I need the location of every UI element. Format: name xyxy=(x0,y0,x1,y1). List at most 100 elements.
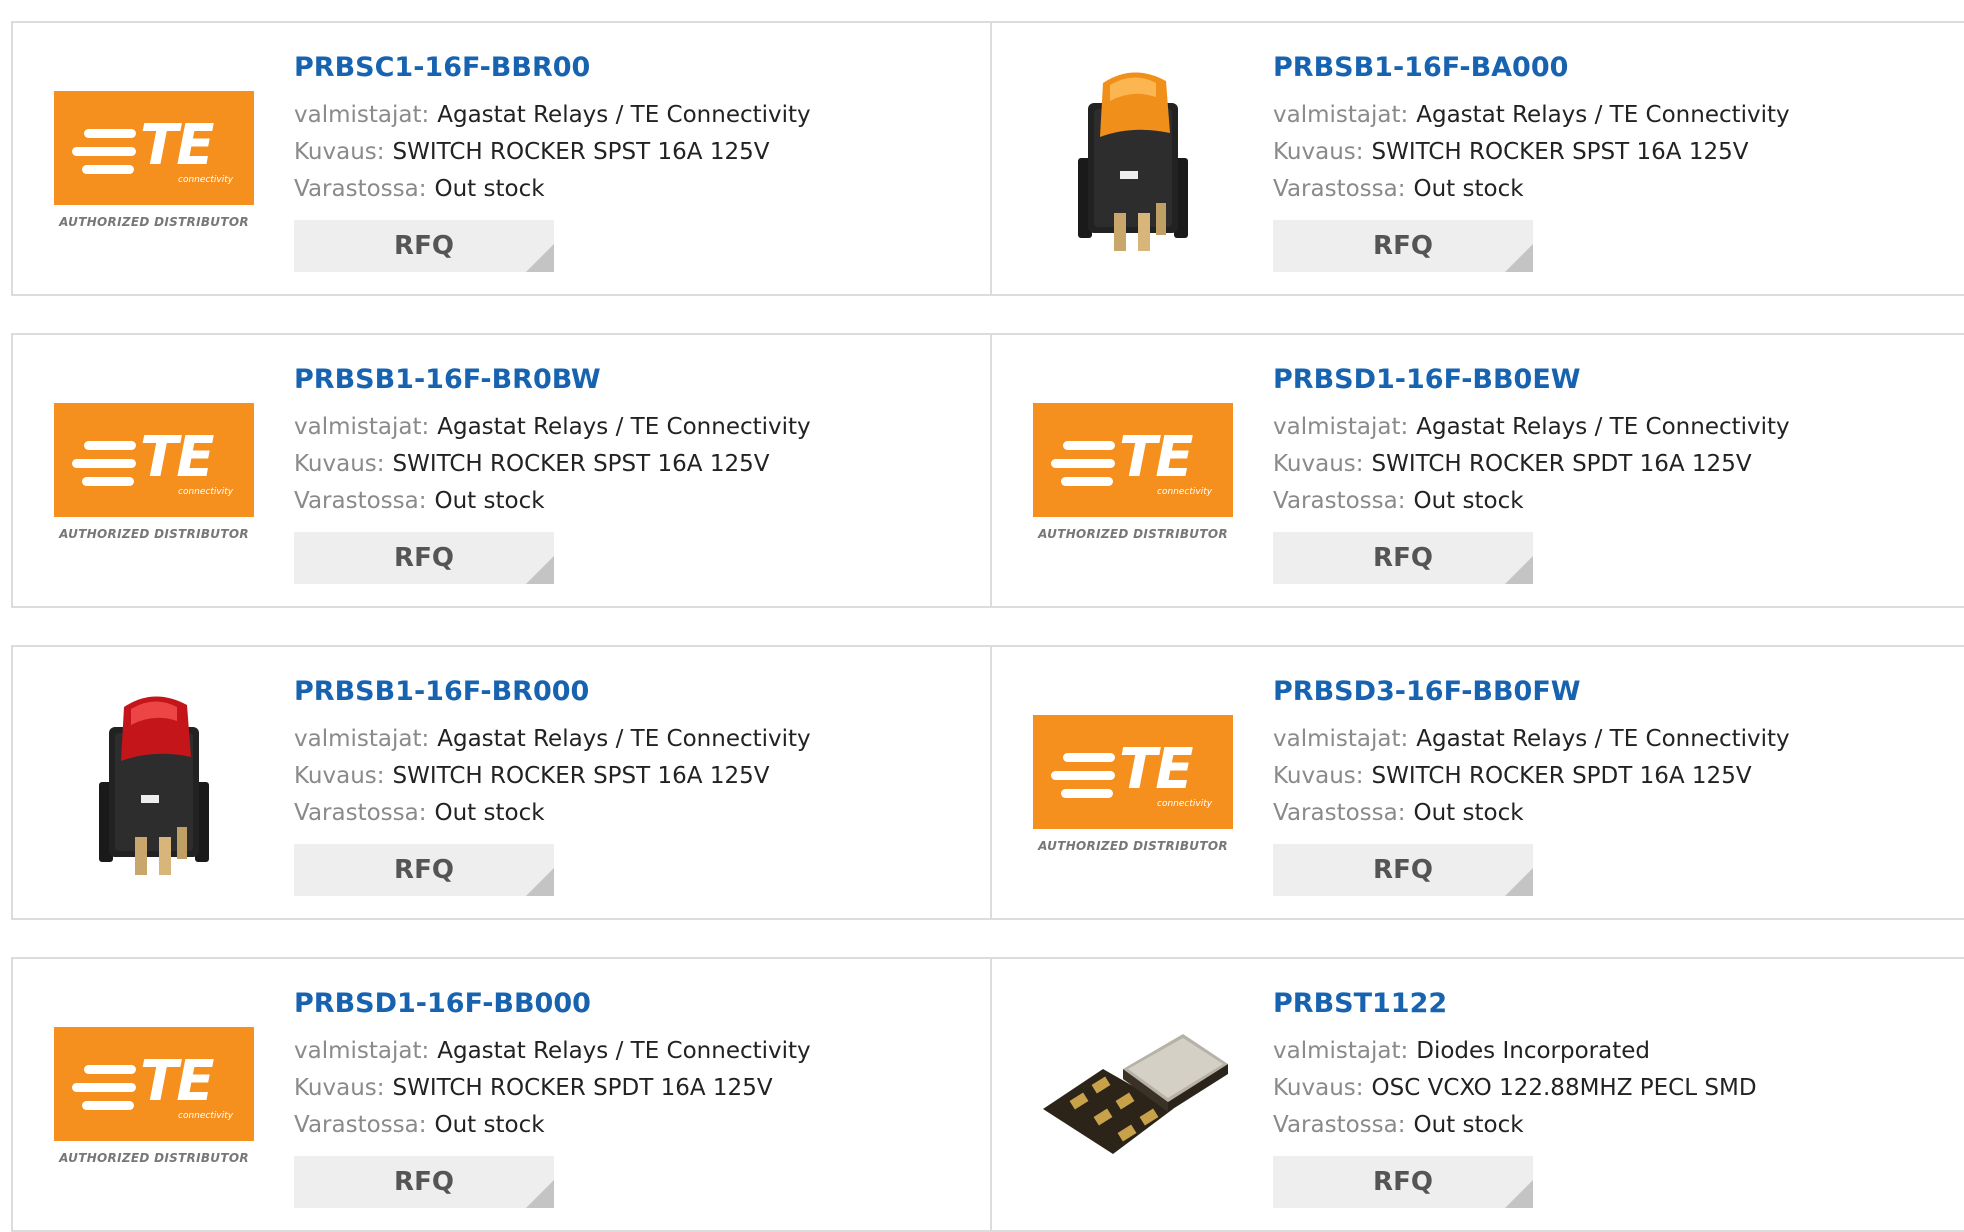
rfq-corner-triangle xyxy=(526,1180,554,1208)
stock-label: Varastossa: xyxy=(1273,488,1406,514)
rfq-corner-triangle xyxy=(526,244,554,272)
part-number-link[interactable]: PRBSC1-16F-BBR00 xyxy=(294,51,811,85)
description-value: OSC VCXO 122.88MHZ PECL SMD xyxy=(1371,1075,1757,1101)
rfq-corner-triangle xyxy=(1505,244,1533,272)
rfq-corner-triangle xyxy=(526,556,554,584)
stock-label: Varastossa: xyxy=(294,1112,427,1138)
manufacturer-value: Agastat Relays / TE Connectivity xyxy=(1416,726,1790,752)
part-number-link[interactable]: PRBST1122 xyxy=(1273,987,1757,1021)
part-number-link[interactable]: PRBSB1-16F-BA000 xyxy=(1273,51,1790,85)
product-card: TE connectivity AUTHORIZED DISTRIBUTOR P… xyxy=(13,23,992,294)
part-number-link[interactable]: PRBSD1-16F-BB000 xyxy=(294,987,811,1021)
rfq-label: RFQ xyxy=(1373,1167,1433,1197)
rfq-label: RFQ xyxy=(1373,543,1433,573)
manufacturer-line: valmistajat: Diodes Incorporated xyxy=(1273,1033,1757,1070)
description-line: Kuvaus: SWITCH ROCKER SPST 16A 125V xyxy=(294,134,811,171)
part-number-link[interactable]: PRBSB1-16F-BR000 xyxy=(294,675,811,709)
rfq-label: RFQ xyxy=(394,855,454,885)
manufacturer-value: Agastat Relays / TE Connectivity xyxy=(437,1038,811,1064)
manufacturer-value: Agastat Relays / TE Connectivity xyxy=(1416,414,1790,440)
stock-value: Out stock xyxy=(434,176,545,202)
description-label: Kuvaus: xyxy=(1273,763,1364,789)
description-label: Kuvaus: xyxy=(294,139,385,165)
manufacturer-label: valmistajat: xyxy=(294,1038,430,1064)
product-image[interactable]: TE connectivity AUTHORIZED DISTRIBUTOR xyxy=(1033,687,1233,887)
stock-value: Out stock xyxy=(1413,1112,1524,1138)
rfq-button[interactable]: RFQ xyxy=(294,532,554,584)
description-label: Kuvaus: xyxy=(1273,1075,1364,1101)
description-value: SWITCH ROCKER SPDT 16A 125V xyxy=(1371,763,1752,789)
stock-line: Varastossa: Out stock xyxy=(1273,1107,1757,1144)
manufacturer-label: valmistajat: xyxy=(294,726,430,752)
stock-line: Varastossa: Out stock xyxy=(294,795,811,832)
stock-value: Out stock xyxy=(1413,800,1524,826)
product-row: TE connectivity AUTHORIZED DISTRIBUTOR P… xyxy=(11,21,1964,296)
product-card: TE connectivity AUTHORIZED DISTRIBUTOR P… xyxy=(992,335,1964,606)
te-connectivity-logo: TE connectivity AUTHORIZED DISTRIBUTOR xyxy=(54,1026,254,1172)
stock-value: Out stock xyxy=(434,488,545,514)
manufacturer-line: valmistajat: Agastat Relays / TE Connecti… xyxy=(294,721,811,758)
te-connectivity-logo: TE connectivity AUTHORIZED DISTRIBUTOR xyxy=(54,90,254,236)
rfq-corner-triangle xyxy=(1505,868,1533,896)
stock-line: Varastossa: Out stock xyxy=(294,171,811,208)
product-card: TE connectivity AUTHORIZED DISTRIBUTOR P… xyxy=(13,335,992,606)
stock-label: Varastossa: xyxy=(294,800,427,826)
product-image[interactable] xyxy=(1033,63,1233,263)
description-line: Kuvaus: SWITCH ROCKER SPDT 16A 125V xyxy=(1273,758,1790,795)
description-label: Kuvaus: xyxy=(294,451,385,477)
stock-value: Out stock xyxy=(1413,176,1524,202)
rocker-switch-image xyxy=(1078,72,1188,251)
manufacturer-label: valmistajat: xyxy=(1273,414,1409,440)
rfq-button[interactable]: RFQ xyxy=(294,844,554,896)
stock-label: Varastossa: xyxy=(1273,1112,1406,1138)
product-row: TE connectivity AUTHORIZED DISTRIBUTOR P… xyxy=(11,957,1964,1232)
rfq-button[interactable]: RFQ xyxy=(294,1156,554,1208)
description-value: SWITCH ROCKER SPDT 16A 125V xyxy=(1371,451,1752,477)
part-number-link[interactable]: PRBSB1-16F-BR0BW xyxy=(294,363,811,397)
rfq-button[interactable]: RFQ xyxy=(1273,220,1533,272)
description-line: Kuvaus: SWITCH ROCKER SPST 16A 125V xyxy=(1273,134,1790,171)
rfq-corner-triangle xyxy=(1505,556,1533,584)
stock-label: Varastossa: xyxy=(1273,176,1406,202)
description-label: Kuvaus: xyxy=(294,763,385,789)
product-card: PRBST1122 valmistajat: Diodes Incorporate… xyxy=(992,959,1964,1230)
part-number-link[interactable]: PRBSD3-16F-BB0FW xyxy=(1273,675,1790,709)
product-image[interactable]: TE connectivity AUTHORIZED DISTRIBUTOR xyxy=(54,999,254,1199)
stock-line: Varastossa: Out stock xyxy=(1273,171,1790,208)
product-row: PRBSB1-16F-BR000 valmistajat: Agastat Rel… xyxy=(11,645,1964,920)
te-connectivity-logo: TE connectivity AUTHORIZED DISTRIBUTOR xyxy=(1033,402,1233,548)
rfq-button[interactable]: RFQ xyxy=(1273,844,1533,896)
description-line: Kuvaus: SWITCH ROCKER SPDT 16A 125V xyxy=(294,1070,811,1107)
description-value: SWITCH ROCKER SPST 16A 125V xyxy=(1371,139,1749,165)
manufacturer-line: valmistajat: Agastat Relays / TE Connecti… xyxy=(294,1033,811,1070)
rfq-corner-triangle xyxy=(526,868,554,896)
product-card: TE connectivity AUTHORIZED DISTRIBUTOR P… xyxy=(13,959,992,1230)
rfq-label: RFQ xyxy=(1373,855,1433,885)
product-card: TE connectivity AUTHORIZED DISTRIBUTOR P… xyxy=(992,647,1964,918)
manufacturer-value: Diodes Incorporated xyxy=(1416,1038,1650,1064)
stock-label: Varastossa: xyxy=(294,488,427,514)
stock-value: Out stock xyxy=(434,800,545,826)
description-value: SWITCH ROCKER SPDT 16A 125V xyxy=(392,1075,773,1101)
product-image[interactable] xyxy=(54,687,254,887)
product-image[interactable] xyxy=(1033,999,1233,1199)
rfq-button[interactable]: RFQ xyxy=(1273,1156,1533,1208)
description-line: Kuvaus: OSC VCXO 122.88MHZ PECL SMD xyxy=(1273,1070,1757,1107)
rfq-button[interactable]: RFQ xyxy=(294,220,554,272)
part-number-link[interactable]: PRBSD1-16F-BB0EW xyxy=(1273,363,1790,397)
rocker-switch-image xyxy=(99,696,209,875)
stock-line: Varastossa: Out stock xyxy=(294,483,811,520)
description-label: Kuvaus: xyxy=(1273,451,1364,477)
rfq-button[interactable]: RFQ xyxy=(1273,532,1533,584)
product-image[interactable]: TE connectivity AUTHORIZED DISTRIBUTOR xyxy=(54,63,254,263)
description-line: Kuvaus: SWITCH ROCKER SPST 16A 125V xyxy=(294,446,811,483)
description-value: SWITCH ROCKER SPST 16A 125V xyxy=(392,451,770,477)
product-image[interactable]: TE connectivity AUTHORIZED DISTRIBUTOR xyxy=(1033,375,1233,575)
te-connectivity-logo: TE connectivity AUTHORIZED DISTRIBUTOR xyxy=(1033,714,1233,860)
product-row: TE connectivity AUTHORIZED DISTRIBUTOR P… xyxy=(11,333,1964,608)
product-image[interactable]: TE connectivity AUTHORIZED DISTRIBUTOR xyxy=(54,375,254,575)
manufacturer-label: valmistajat: xyxy=(294,102,430,128)
stock-label: Varastossa: xyxy=(1273,800,1406,826)
product-card: PRBSB1-16F-BA000 valmistajat: Agastat Rel… xyxy=(992,23,1964,294)
rfq-corner-triangle xyxy=(1505,1180,1533,1208)
